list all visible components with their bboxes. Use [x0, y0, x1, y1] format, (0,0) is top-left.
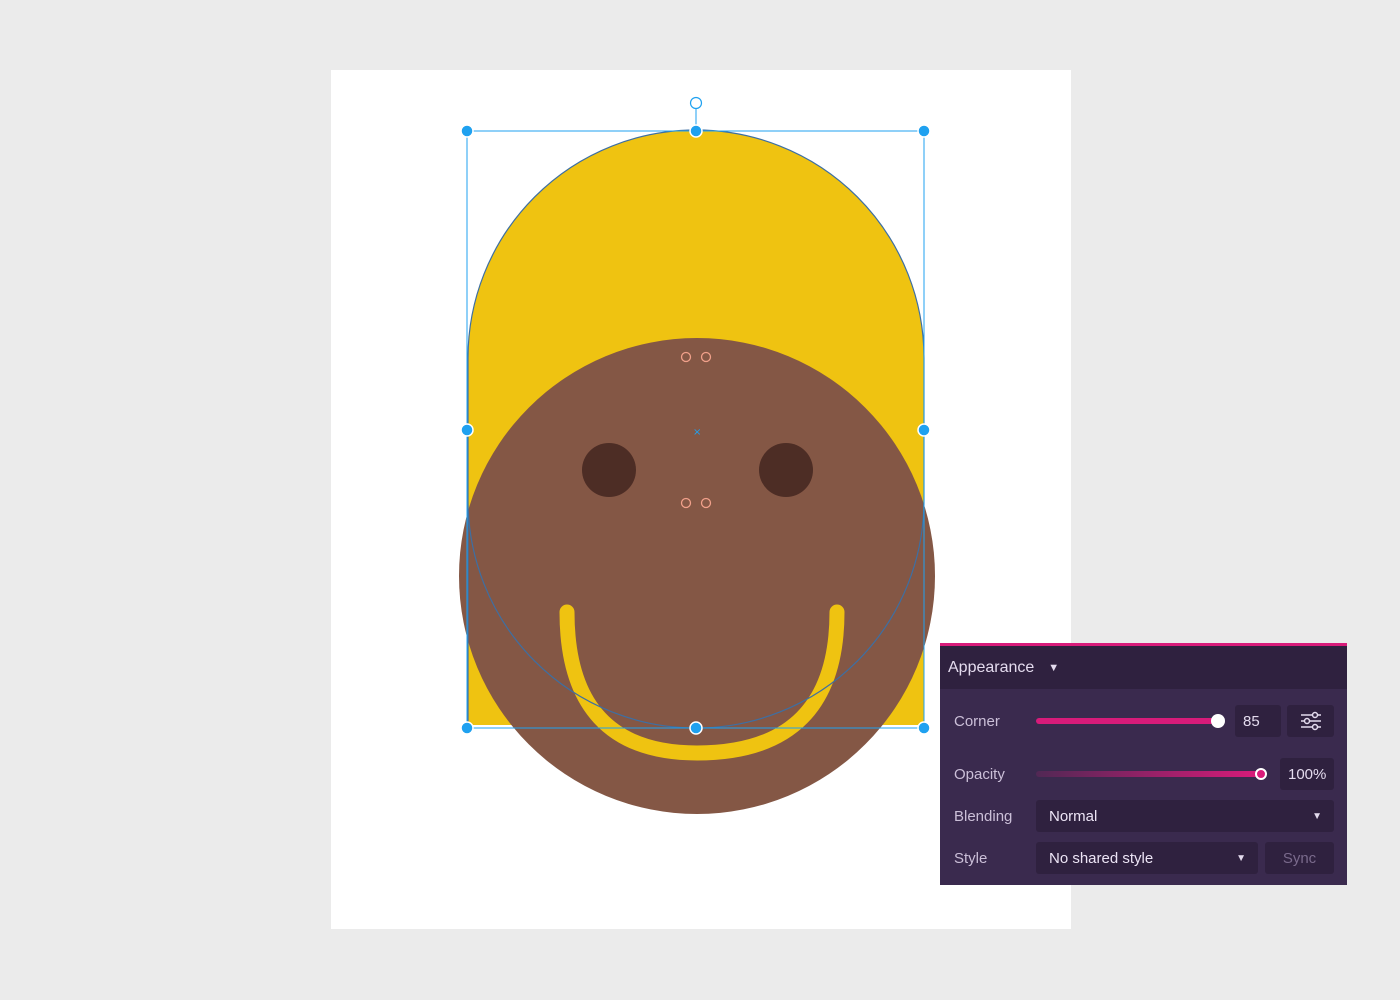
corner-label: Corner — [954, 712, 1000, 730]
resize-handle-bottom-center[interactable] — [689, 721, 703, 735]
resize-handle-top-center[interactable] — [689, 124, 703, 138]
blending-select[interactable]: Normal ▼ — [1036, 800, 1334, 832]
corner-radius-anchor[interactable] — [700, 351, 712, 363]
style-select[interactable]: No shared style ▼ — [1036, 842, 1258, 874]
blending-value: Normal — [1049, 807, 1098, 825]
corner-value-input[interactable]: 85 — [1235, 705, 1281, 737]
right-eye[interactable] — [759, 443, 813, 497]
face-circle[interactable] — [459, 338, 935, 814]
resize-handle-middle-left[interactable] — [460, 423, 474, 437]
corner-radius-anchor[interactable] — [680, 497, 692, 509]
resize-handle-top-left[interactable] — [460, 124, 474, 138]
chevron-down-icon: ▼ — [1236, 852, 1246, 864]
sliders-icon[interactable] — [1287, 705, 1334, 737]
opacity-slider-track[interactable] — [1036, 771, 1260, 777]
rotation-handle[interactable] — [689, 96, 703, 110]
opacity-value-input[interactable]: 100% — [1280, 758, 1334, 790]
appearance-panel: Appearance ▼ Corner 85 Opacity 100% Blen… — [940, 643, 1347, 885]
center-marker-icon: × — [693, 427, 701, 438]
chevron-down-icon: ▼ — [1312, 810, 1322, 822]
appearance-header[interactable]: Appearance ▼ — [940, 646, 1347, 689]
corner-radius-anchor[interactable] — [680, 351, 692, 363]
style-label: Style — [954, 849, 988, 867]
appearance-title: Appearance — [948, 658, 1035, 676]
blending-row: Blending Normal ▼ — [940, 800, 1347, 832]
opacity-slider-thumb[interactable] — [1255, 768, 1267, 780]
blending-label: Blending — [954, 807, 1013, 825]
resize-handle-top-right[interactable] — [917, 124, 931, 138]
style-value: No shared style — [1049, 849, 1154, 867]
opacity-label: Opacity — [954, 765, 1005, 783]
left-eye[interactable] — [582, 443, 636, 497]
style-row: Style No shared style ▼ Sync — [940, 842, 1347, 874]
corner-radius-anchor[interactable] — [700, 497, 712, 509]
resize-handle-middle-right[interactable] — [917, 423, 931, 437]
resize-handle-bottom-left[interactable] — [460, 721, 474, 735]
opacity-row: Opacity 100% — [940, 758, 1347, 790]
caret-down-icon[interactable]: ▼ — [1048, 662, 1059, 674]
corner-slider-thumb[interactable] — [1211, 714, 1225, 728]
sync-button[interactable]: Sync — [1265, 842, 1334, 874]
corner-row: Corner 85 — [940, 705, 1347, 737]
corner-slider-track[interactable] — [1036, 718, 1218, 724]
resize-handle-bottom-right[interactable] — [917, 721, 931, 735]
